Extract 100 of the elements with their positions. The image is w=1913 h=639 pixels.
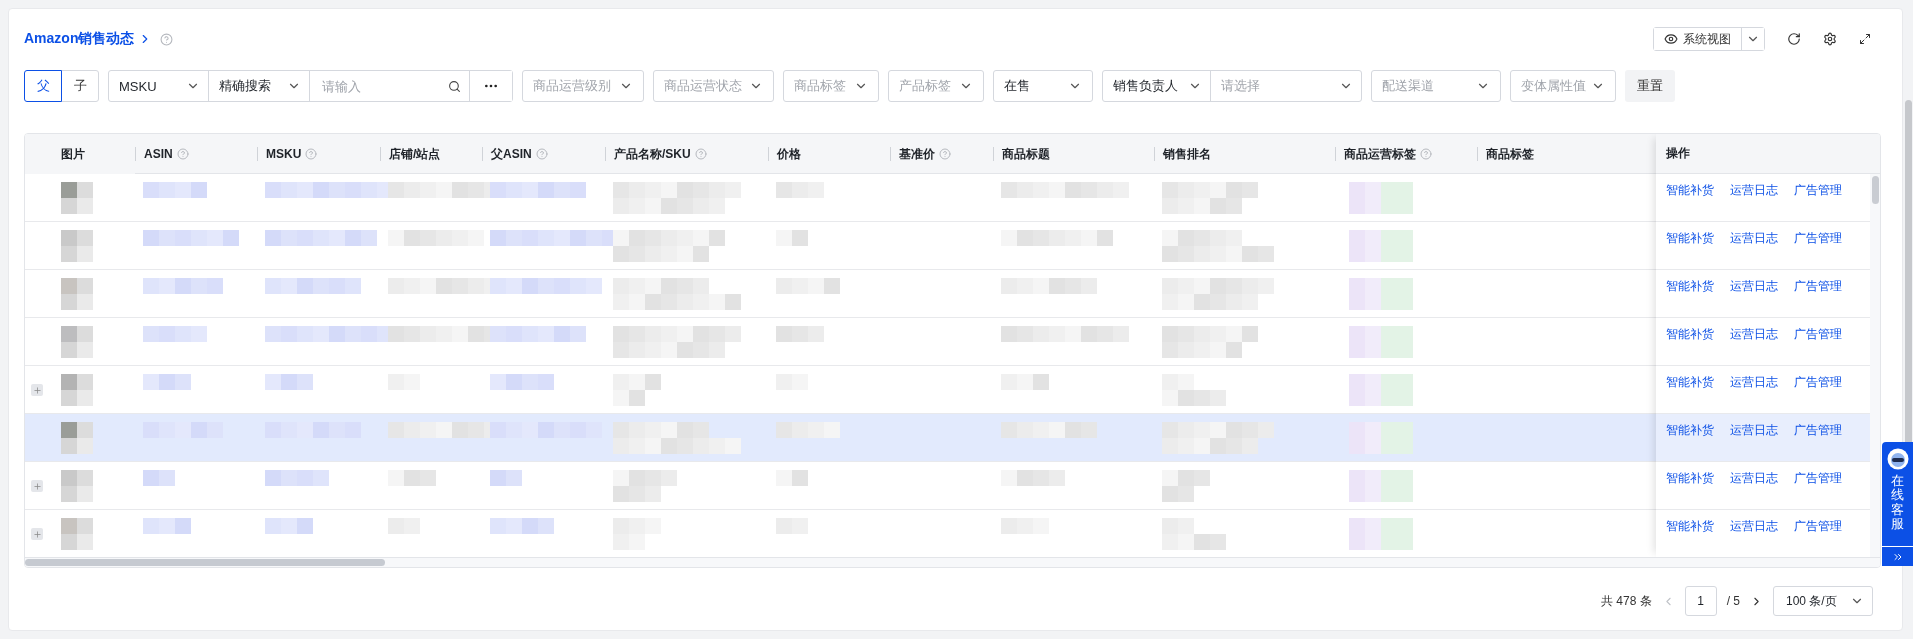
help-icon: [1420, 148, 1432, 160]
action-link[interactable]: 智能补货: [1666, 182, 1714, 198]
page-count: / 5: [1726, 594, 1740, 608]
pixelated-tags: [1349, 230, 1413, 262]
refresh-icon[interactable]: [1787, 32, 1801, 46]
field-select[interactable]: MSKU: [109, 71, 209, 101]
column-header: 父ASIN: [491, 145, 532, 163]
pixelated-text: [143, 470, 175, 486]
pixelated-image: [61, 374, 93, 406]
action-link[interactable]: 广告管理: [1794, 230, 1842, 246]
action-link[interactable]: 运营日志: [1730, 326, 1778, 342]
action-link[interactable]: 智能补货: [1666, 518, 1714, 534]
pixelated-tags: [1349, 374, 1413, 406]
column-header: 操作: [1666, 145, 1690, 162]
action-link[interactable]: 运营日志: [1730, 470, 1778, 486]
expand-icon[interactable]: [31, 528, 43, 540]
action-link[interactable]: 智能补货: [1666, 278, 1714, 294]
page-input[interactable]: 1: [1684, 586, 1717, 616]
pixelated-tags: [1349, 518, 1413, 550]
action-link[interactable]: 广告管理: [1794, 422, 1842, 438]
pixelated-image: [61, 518, 93, 550]
table-row[interactable]: [25, 414, 1656, 462]
support-label: 在线客服: [1891, 474, 1904, 532]
pixelated-text: [490, 470, 522, 486]
action-link[interactable]: 运营日志: [1730, 374, 1778, 390]
pixelated-tags: [1349, 470, 1413, 502]
action-link[interactable]: 智能补货: [1666, 422, 1714, 438]
pixelated-tags: [1349, 278, 1413, 310]
pixelated-text: [613, 374, 661, 406]
pixelated-text: [490, 374, 554, 390]
help-icon: [176, 148, 189, 160]
expand-icon[interactable]: [31, 480, 43, 492]
action-link[interactable]: 广告管理: [1794, 374, 1842, 390]
column-header: 价格: [777, 145, 801, 163]
vertical-scrollbar[interactable]: [1870, 174, 1880, 557]
pixelated-text: [1162, 470, 1210, 502]
search-icon[interactable]: [448, 79, 461, 93]
pixelated-text: [265, 470, 329, 486]
pixelated-text: [776, 326, 824, 342]
column-header: 店铺/站点: [389, 145, 441, 163]
help-icon: [939, 148, 951, 160]
column-header: ASIN: [144, 147, 173, 161]
action-link[interactable]: 广告管理: [1794, 326, 1842, 342]
action-link[interactable]: 运营日志: [1730, 422, 1778, 438]
help-icon: [694, 148, 707, 160]
horizontal-scrollbar[interactable]: [25, 557, 1880, 567]
action-link[interactable]: 智能补货: [1666, 470, 1714, 486]
action-link[interactable]: 运营日志: [1730, 230, 1778, 246]
pixelated-text: [143, 374, 191, 390]
column-header: 基准价: [899, 145, 935, 163]
action-link[interactable]: 运营日志: [1730, 182, 1778, 198]
segment-tab[interactable]: 父: [24, 70, 62, 102]
pixelated-text: [776, 470, 808, 486]
fullscreen-icon[interactable]: [1859, 33, 1871, 45]
column-header: 商品标题: [1002, 145, 1050, 163]
pixelated-tags: [1349, 182, 1413, 214]
help-icon: [305, 148, 318, 160]
pixelated-text: [1001, 470, 1065, 486]
eye-icon: [1664, 32, 1678, 46]
expand-icon[interactable]: [31, 384, 43, 396]
pixelated-text: [1162, 374, 1226, 406]
pixelated-text: [265, 374, 313, 390]
total-count: 共 478 条: [1600, 592, 1652, 610]
action-link[interactable]: 广告管理: [1794, 518, 1842, 534]
column-header: 销售排名: [1163, 145, 1211, 163]
pixelated-text: [776, 182, 824, 198]
page-title: Amazon销售动态: [24, 30, 135, 48]
column-header: 商品标签: [1486, 145, 1534, 163]
segment-tab[interactable]: 子: [61, 70, 99, 102]
pixelated-text: [613, 470, 677, 502]
help-icon: [160, 32, 174, 46]
filter-select[interactable]: 在售: [993, 70, 1093, 102]
view-button[interactable]: 系统视图: [1654, 28, 1742, 50]
support-widget[interactable]: 在线客服: [1882, 442, 1913, 566]
column-header: 产品名称/SKU: [614, 145, 691, 163]
column-header: MSKU: [266, 147, 302, 161]
pixelated-text: [143, 182, 207, 198]
page-size-select[interactable]: 100 条/页: [1773, 586, 1873, 616]
settings-icon[interactable]: [1823, 32, 1837, 46]
action-link[interactable]: 广告管理: [1794, 470, 1842, 486]
action-link[interactable]: 智能补货: [1666, 230, 1714, 246]
pixelated-image: [61, 470, 93, 502]
reset-button[interactable]: 重置: [1625, 70, 1675, 102]
action-link[interactable]: 广告管理: [1794, 278, 1842, 294]
action-link[interactable]: 智能补货: [1666, 374, 1714, 390]
pixelated-text: [143, 518, 191, 534]
pixelated-text: [265, 518, 313, 534]
action-link[interactable]: 广告管理: [1794, 182, 1842, 198]
mode-select[interactable]: 精确搜索: [209, 71, 310, 101]
column-header: 商品运营标签: [1344, 145, 1416, 163]
pixelated-text: [776, 278, 840, 294]
view-selector[interactable]: 系统视图: [1653, 27, 1765, 51]
action-link[interactable]: 运营日志: [1730, 278, 1778, 294]
pixelated-tags: [1349, 326, 1413, 358]
action-link[interactable]: 运营日志: [1730, 518, 1778, 534]
pixelated-text: [143, 326, 207, 342]
collapse-icon[interactable]: [1882, 546, 1913, 566]
pixelated-text: [490, 518, 554, 534]
action-link[interactable]: 智能补货: [1666, 326, 1714, 342]
robot-avatar-icon: [1886, 448, 1909, 470]
